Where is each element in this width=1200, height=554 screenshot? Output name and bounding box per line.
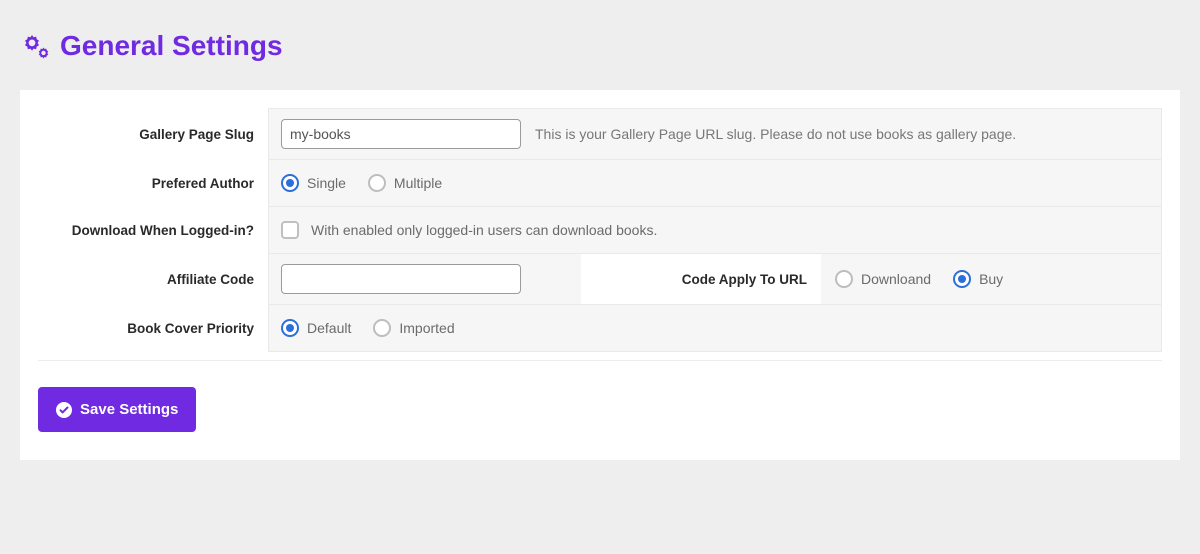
radio-icon xyxy=(835,270,853,288)
cover-imported-radio[interactable]: Imported xyxy=(373,319,454,337)
affiliate-code-input[interactable] xyxy=(281,264,521,294)
gallery-slug-input[interactable] xyxy=(281,119,521,149)
radio-icon xyxy=(281,174,299,192)
radio-icon xyxy=(368,174,386,192)
label-book-cover-priority: Book Cover Priority xyxy=(38,305,268,352)
divider xyxy=(38,360,1162,361)
author-multiple-label: Multiple xyxy=(394,175,442,191)
author-single-radio[interactable]: Single xyxy=(281,174,346,192)
radio-icon xyxy=(953,270,971,288)
cover-imported-label: Imported xyxy=(399,320,454,336)
cover-default-radio[interactable]: Default xyxy=(281,319,351,337)
save-settings-button[interactable]: Save Settings xyxy=(38,387,196,432)
cover-default-label: Default xyxy=(307,320,351,336)
author-multiple-radio[interactable]: Multiple xyxy=(368,174,442,192)
label-preferred-author: Prefered Author xyxy=(38,160,268,207)
label-download-logged-in: Download When Logged-in? xyxy=(38,207,268,254)
radio-icon xyxy=(281,319,299,337)
label-affiliate-code: Affiliate Code xyxy=(38,254,268,305)
author-single-label: Single xyxy=(307,175,346,191)
gears-icon xyxy=(20,33,50,59)
settings-panel: Gallery Page Slug This is your Gallery P… xyxy=(20,90,1180,460)
radio-icon xyxy=(373,319,391,337)
download-logged-text: With enabled only logged-in users can do… xyxy=(311,222,657,238)
code-apply-buy-label: Buy xyxy=(979,271,1003,287)
page-title-text: General Settings xyxy=(60,30,283,62)
check-circle-icon xyxy=(56,402,72,418)
code-apply-buy-radio[interactable]: Buy xyxy=(953,270,1003,288)
label-gallery-slug: Gallery Page Slug xyxy=(38,108,268,160)
label-code-apply-to-url: Code Apply To URL xyxy=(581,254,821,304)
gallery-slug-hint: This is your Gallery Page URL slug. Plea… xyxy=(535,126,1016,142)
download-logged-checkbox[interactable] xyxy=(281,221,299,239)
code-apply-download-label: Downloand xyxy=(861,271,931,287)
save-settings-label: Save Settings xyxy=(80,401,178,418)
page-title: General Settings xyxy=(20,30,1180,62)
code-apply-download-radio[interactable]: Downloand xyxy=(835,270,931,288)
